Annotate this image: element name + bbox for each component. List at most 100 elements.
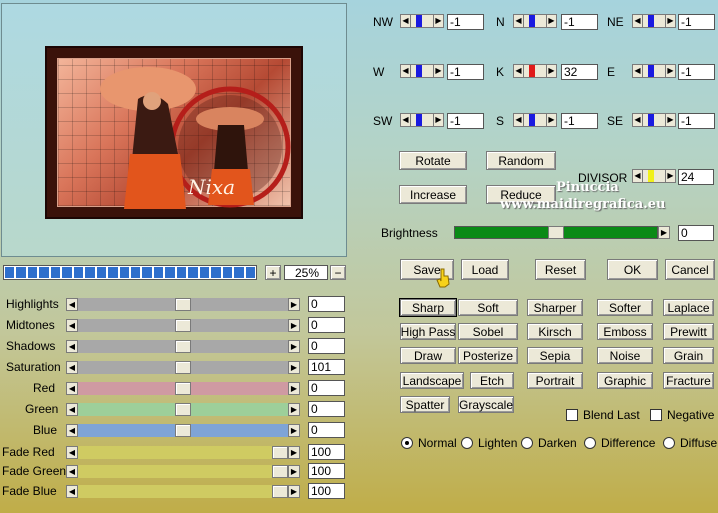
weight-spinner[interactable]: ◀ ▶	[513, 113, 557, 127]
chevron-left-icon[interactable]: ◀	[632, 169, 643, 183]
slider-thumb[interactable]	[175, 403, 191, 416]
chevron-left-icon[interactable]: ◀	[513, 64, 524, 78]
ok-button[interactable]: OK	[607, 259, 658, 280]
chevron-left-icon[interactable]: ◀	[66, 319, 78, 332]
preset-button[interactable]: Noise	[597, 347, 653, 364]
slider-thumb[interactable]	[175, 340, 191, 353]
preset-button[interactable]: Grain	[663, 347, 714, 364]
weight-spinner[interactable]: ◀ ▶	[400, 14, 444, 28]
preset-button[interactable]: Portrait	[527, 372, 583, 389]
weight-spinner[interactable]: ◀ ▶	[400, 113, 444, 127]
preset-button[interactable]: Prewitt	[663, 323, 714, 340]
slider-thumb[interactable]	[175, 361, 191, 374]
preset-button[interactable]: Spatter	[400, 396, 450, 413]
preset-button[interactable]: Draw	[400, 347, 456, 364]
chevron-right-icon[interactable]: ▶	[665, 169, 676, 183]
preset-button[interactable]: Laplace	[663, 299, 714, 316]
chevron-left-icon[interactable]: ◀	[400, 113, 411, 127]
adjust-slider[interactable]: ◀ ▶	[66, 403, 300, 416]
chevron-right-icon[interactable]: ▶	[433, 113, 444, 127]
preset-button[interactable]: Landscape	[400, 372, 464, 389]
adjust-slider[interactable]: ◀ ▶	[66, 485, 300, 498]
chevron-right-icon[interactable]: ▶	[288, 361, 300, 374]
weight-spinner[interactable]: ◀ ▶	[400, 64, 444, 78]
weight-input[interactable]: -1	[447, 64, 484, 80]
slider-thumb[interactable]	[272, 465, 288, 478]
chevron-right-icon[interactable]: ▶	[288, 298, 300, 311]
chevron-right-icon[interactable]: ▶	[288, 446, 300, 459]
increase-button[interactable]: Increase	[399, 185, 467, 204]
chevron-right-icon[interactable]: ▶	[546, 113, 557, 127]
preset-button[interactable]: Sobel	[458, 323, 518, 340]
blend-mode-radio[interactable]	[663, 437, 675, 449]
chevron-left-icon[interactable]: ◀	[66, 298, 78, 311]
weight-spinner[interactable]: ◀ ▶	[513, 14, 557, 28]
random-button[interactable]: Random	[486, 151, 556, 170]
slider-value-input[interactable]: 0	[308, 380, 345, 396]
chevron-right-icon[interactable]: ▶	[665, 64, 676, 78]
chevron-right-icon[interactable]: ▶	[433, 14, 444, 28]
adjust-slider[interactable]: ◀ ▶	[66, 382, 300, 395]
weight-spinner[interactable]: ◀ ▶	[632, 14, 676, 28]
chevron-right-icon[interactable]: ▶	[288, 485, 300, 498]
chevron-right-icon[interactable]: ▶	[288, 340, 300, 353]
weight-input[interactable]: -1	[561, 14, 598, 30]
chevron-right-icon[interactable]: ▶	[288, 465, 300, 478]
chevron-left-icon[interactable]: ◀	[66, 361, 78, 374]
zoom-in-button[interactable]: +	[265, 265, 281, 280]
brightness-thumb[interactable]	[548, 226, 564, 239]
adjust-slider[interactable]: ◀ ▶	[66, 319, 300, 332]
weight-spinner[interactable]: ◀ ▶	[632, 64, 676, 78]
adjust-slider[interactable]: ◀ ▶	[66, 361, 300, 374]
chevron-right-icon[interactable]: ▶	[665, 113, 676, 127]
brightness-slider[interactable]: ▶	[454, 226, 670, 239]
reset-button[interactable]: Reset	[535, 259, 586, 280]
weight-input[interactable]: -1	[678, 14, 715, 30]
chevron-right-icon[interactable]: ▶	[658, 226, 670, 239]
blend-mode-radio[interactable]	[521, 437, 533, 449]
weight-input[interactable]: -1	[447, 14, 484, 30]
adjust-slider[interactable]: ◀ ▶	[66, 298, 300, 311]
preset-button[interactable]: Sepia	[527, 347, 583, 364]
brightness-input[interactable]: 0	[678, 225, 714, 241]
weight-spinner[interactable]: ◀ ▶	[632, 113, 676, 127]
slider-value-input[interactable]: 0	[308, 401, 345, 417]
slider-value-input[interactable]: 0	[308, 296, 345, 312]
slider-thumb[interactable]	[272, 485, 288, 498]
slider-track[interactable]	[78, 485, 288, 498]
weight-input[interactable]: -1	[678, 64, 715, 80]
weight-input[interactable]: 32	[561, 64, 598, 80]
adjust-slider[interactable]: ◀ ▶	[66, 465, 300, 478]
chevron-left-icon[interactable]: ◀	[66, 446, 78, 459]
slider-value-input[interactable]: 0	[308, 338, 345, 354]
preset-button[interactable]: Soft	[458, 299, 518, 316]
slider-value-input[interactable]: 0	[308, 422, 345, 438]
chevron-right-icon[interactable]: ▶	[433, 64, 444, 78]
blend-last-checkbox[interactable]	[566, 409, 578, 421]
slider-value-input[interactable]: 100	[308, 483, 345, 499]
zoom-out-button[interactable]: −	[330, 265, 346, 280]
slider-thumb[interactable]	[175, 319, 191, 332]
slider-value-input[interactable]: 0	[308, 317, 345, 333]
divisor-spinner[interactable]: ◀ ▶	[632, 169, 676, 183]
chevron-right-icon[interactable]: ▶	[288, 403, 300, 416]
preset-button[interactable]: Kirsch	[527, 323, 583, 340]
preset-button[interactable]: Posterize	[458, 347, 518, 364]
chevron-left-icon[interactable]: ◀	[513, 113, 524, 127]
chevron-left-icon[interactable]: ◀	[66, 403, 78, 416]
chevron-left-icon[interactable]: ◀	[66, 382, 78, 395]
slider-value-input[interactable]: 101	[308, 359, 345, 375]
chevron-left-icon[interactable]: ◀	[632, 14, 643, 28]
preset-button[interactable]: Sharper	[527, 299, 583, 316]
preset-button[interactable]: Emboss	[597, 323, 653, 340]
weight-input[interactable]: -1	[678, 113, 715, 129]
chevron-left-icon[interactable]: ◀	[66, 424, 78, 437]
slider-value-input[interactable]: 100	[308, 444, 345, 460]
chevron-right-icon[interactable]: ▶	[288, 424, 300, 437]
divisor-input[interactable]: 24	[678, 169, 714, 185]
slider-value-input[interactable]: 100	[308, 463, 345, 479]
adjust-slider[interactable]: ◀ ▶	[66, 446, 300, 459]
blend-mode-radio[interactable]	[461, 437, 473, 449]
weight-spinner[interactable]: ◀ ▶	[513, 64, 557, 78]
chevron-left-icon[interactable]: ◀	[513, 14, 524, 28]
